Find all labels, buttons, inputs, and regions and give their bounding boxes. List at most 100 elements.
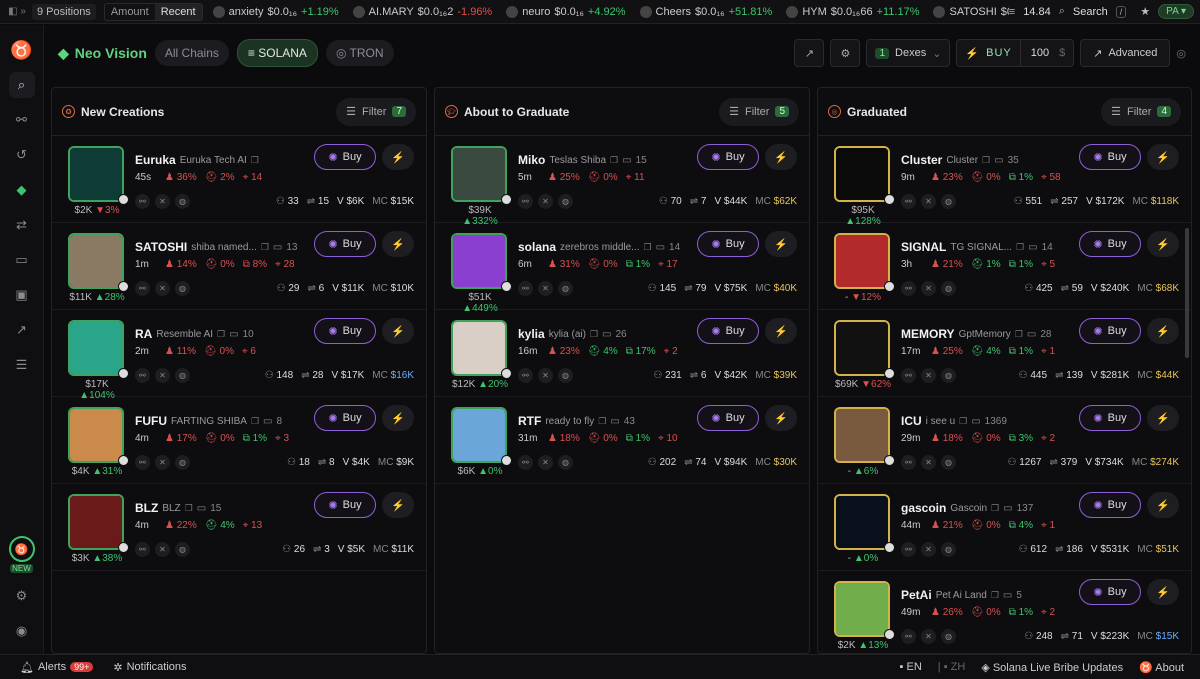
link-icon[interactable]: ⚯ xyxy=(901,281,916,296)
wallet-nav-icon[interactable]: ▣ xyxy=(9,282,35,308)
copy-icon[interactable]: ❐ xyxy=(598,416,606,427)
buy-button[interactable]: ✺ Buy xyxy=(1079,579,1141,605)
buy-button[interactable]: ✺ Buy xyxy=(1079,492,1141,518)
x-icon[interactable]: ✕ xyxy=(155,281,170,296)
token-card[interactable]: - ▲0% gascoin Gascoin ❐ ▭ 137 44m ♟ 21% ⛑ 0% ⧉ 4%… xyxy=(818,484,1191,571)
sort-recent-tab[interactable]: Recent xyxy=(154,3,202,20)
token-card[interactable]: $39K ▲332% Miko Teslas Shiba ❐ ▭ 15 5m ♟ 25% ⛑ 0… xyxy=(435,136,809,227)
x-icon[interactable]: ✕ xyxy=(538,281,553,296)
globe-icon[interactable]: ◍ xyxy=(558,368,573,383)
token-image[interactable] xyxy=(68,233,124,289)
token-image[interactable] xyxy=(68,407,124,463)
quick-buy-bolt-icon[interactable]: ⚡ xyxy=(1147,318,1179,344)
sort-amount-tab[interactable]: Amount xyxy=(105,4,155,20)
token-image[interactable] xyxy=(451,320,507,376)
token-card[interactable]: $12K ▲20% kylia kylia (ai) ❐ ▭ 26 16m ♟ 23% ⛑ 4%… xyxy=(435,310,809,397)
quick-buy-bolt-icon[interactable]: ⚡ xyxy=(1147,579,1179,605)
buy-button[interactable]: ✺ Buy xyxy=(697,405,759,431)
token-card[interactable]: $3K ▲38% BLZ BLZ ❐ ▭ 15 4m ♟ 22% ⛑ 4% ⌖ 13 ⚯ ✕ ◍ ⚇ 26… xyxy=(52,484,426,571)
link-icon[interactable]: ⚯ xyxy=(518,368,533,383)
settings-icon[interactable]: ⚙ xyxy=(9,583,35,609)
link-icon[interactable]: ⚯ xyxy=(901,629,916,644)
token-card[interactable]: $11K ▲28% SATOSHI shiba named... ❐ ▭ 13 1m ♟ 14… xyxy=(52,223,426,310)
token-symbol[interactable]: gascoin xyxy=(901,501,946,515)
link-icon[interactable]: ⚯ xyxy=(135,542,150,557)
token-card[interactable]: - ▼12% SIGNAL TG SIGNAL... ❐ ▭ 14 3h ♟ 21% ⛑ 1% ⧉… xyxy=(818,223,1191,310)
chain-solana[interactable]: ≡ SOLANA xyxy=(236,39,318,67)
token-image[interactable] xyxy=(834,320,890,376)
token-card[interactable]: $17K ▲104% RA Resemble AI ❐ ▭ 10 2m ♟ 11% ⛑ 0% ⌖ … xyxy=(52,310,426,401)
token-symbol[interactable]: SIGNAL xyxy=(901,240,946,254)
quick-buy-bolt-icon[interactable]: ⚡ xyxy=(765,144,797,170)
buy-button[interactable]: ✺ Buy xyxy=(1079,405,1141,431)
copy-icon[interactable]: ❐ xyxy=(991,590,999,601)
token-image[interactable] xyxy=(834,407,890,463)
history-icon[interactable]: ↺ xyxy=(9,142,35,168)
globe-icon[interactable]: ◍ xyxy=(941,542,956,557)
collapse-icon[interactable]: ◧ » xyxy=(6,6,28,17)
token-image[interactable] xyxy=(68,494,124,550)
ticker-item[interactable]: HYM $0.0₁₆66 +11.17% xyxy=(786,5,919,18)
link-icon[interactable]: ⚯ xyxy=(901,455,916,470)
globe-icon[interactable]: ◍ xyxy=(941,281,956,296)
copy-icon[interactable]: ❐ xyxy=(1016,242,1024,253)
scrollbar[interactable] xyxy=(1185,228,1189,358)
dexes-dropdown[interactable]: 1 Dexes ⌄ xyxy=(866,39,951,67)
chain-tron[interactable]: ◎ TRON xyxy=(325,40,394,66)
buy-button[interactable]: ✺ Buy xyxy=(314,492,376,518)
profile-button[interactable]: PA ▾ xyxy=(1158,4,1194,19)
token-symbol[interactable]: Miko xyxy=(518,153,545,167)
copy-icon[interactable]: ❐ xyxy=(982,155,990,166)
quick-buy-bolt-icon[interactable]: ⚡ xyxy=(382,405,414,431)
quick-buy-bolt-icon[interactable]: ⚡ xyxy=(1147,231,1179,257)
bull-logo-icon[interactable]: ♉ xyxy=(9,37,35,63)
token-symbol[interactable]: PetAi xyxy=(901,588,932,602)
token-symbol[interactable]: RTF xyxy=(518,414,541,428)
advanced-button[interactable]: ↗ Advanced xyxy=(1080,39,1171,67)
copy-icon[interactable]: ❐ xyxy=(185,503,193,514)
token-symbol[interactable]: FUFU xyxy=(135,414,167,428)
report-icon[interactable]: ☰ xyxy=(9,352,35,378)
token-card[interactable]: $51K ▲449% solana zerebros middle... ❐ ▭ 14 6m… xyxy=(435,223,809,314)
globe-icon[interactable]: ◍ xyxy=(558,281,573,296)
x-icon[interactable]: ✕ xyxy=(921,542,936,557)
quick-buy-bolt-icon[interactable]: ⚡ xyxy=(382,144,414,170)
copy-icon[interactable]: ❐ xyxy=(644,242,652,253)
filter-button[interactable]: ☰ Filter 4 xyxy=(1101,97,1181,126)
positions-button[interactable]: 9 Positions xyxy=(32,3,96,20)
new-feature-badge[interactable]: ♉ NEW xyxy=(7,536,37,574)
copy-icon[interactable]: ❐ xyxy=(610,155,618,166)
link-icon[interactable]: ⚯ xyxy=(135,194,150,209)
buy-amount-input[interactable]: 100 xyxy=(1021,47,1059,59)
token-symbol[interactable]: MEMORY xyxy=(901,327,955,341)
token-card[interactable]: - ▲6% ICU i see u ❐ ▭ 1369 29m ♟ 18% ⛑ 0% ⧉ 3% ⌖ 2… xyxy=(818,397,1191,484)
x-icon[interactable]: ✕ xyxy=(155,542,170,557)
quick-buy-bolt-icon[interactable]: ⚡ xyxy=(1147,144,1179,170)
x-icon[interactable]: ✕ xyxy=(538,368,553,383)
ticker-item[interactable]: SATOSHI$0.2 xyxy=(933,5,1009,18)
token-image[interactable] xyxy=(834,233,890,289)
token-image[interactable] xyxy=(834,494,890,550)
star-icon[interactable]: ★ xyxy=(1140,5,1150,18)
globe-icon[interactable]: ◍ xyxy=(941,368,956,383)
globe-icon[interactable]: ◍ xyxy=(558,194,573,209)
copy-icon[interactable]: ❐ xyxy=(959,416,967,427)
buy-button[interactable]: ✺ Buy xyxy=(314,231,376,257)
link-icon[interactable]: ⚯ xyxy=(518,194,533,209)
link-icon[interactable]: ⚯ xyxy=(135,455,150,470)
notifications-button[interactable]: ✲ Notifications xyxy=(113,661,186,674)
copy-icon[interactable]: ❐ xyxy=(991,503,999,514)
copy-icon[interactable]: ❐ xyxy=(251,416,259,427)
token-image[interactable] xyxy=(451,146,507,202)
globe-icon[interactable]: ◍ xyxy=(558,455,573,470)
buy-button[interactable]: ✺ Buy xyxy=(697,144,759,170)
briefcase-icon[interactable]: ▭ xyxy=(9,247,35,273)
account-icon[interactable]: ◉ xyxy=(9,618,35,644)
token-symbol[interactable]: Cluster xyxy=(901,153,942,167)
link-icon[interactable]: ⚯ xyxy=(518,455,533,470)
buy-button[interactable]: ✺ Buy xyxy=(1079,144,1141,170)
token-symbol[interactable]: RA xyxy=(135,327,152,341)
token-image[interactable] xyxy=(834,581,890,637)
globe-icon[interactable]: ◍ xyxy=(941,194,956,209)
about-link[interactable]: ♉ About xyxy=(1139,661,1184,674)
